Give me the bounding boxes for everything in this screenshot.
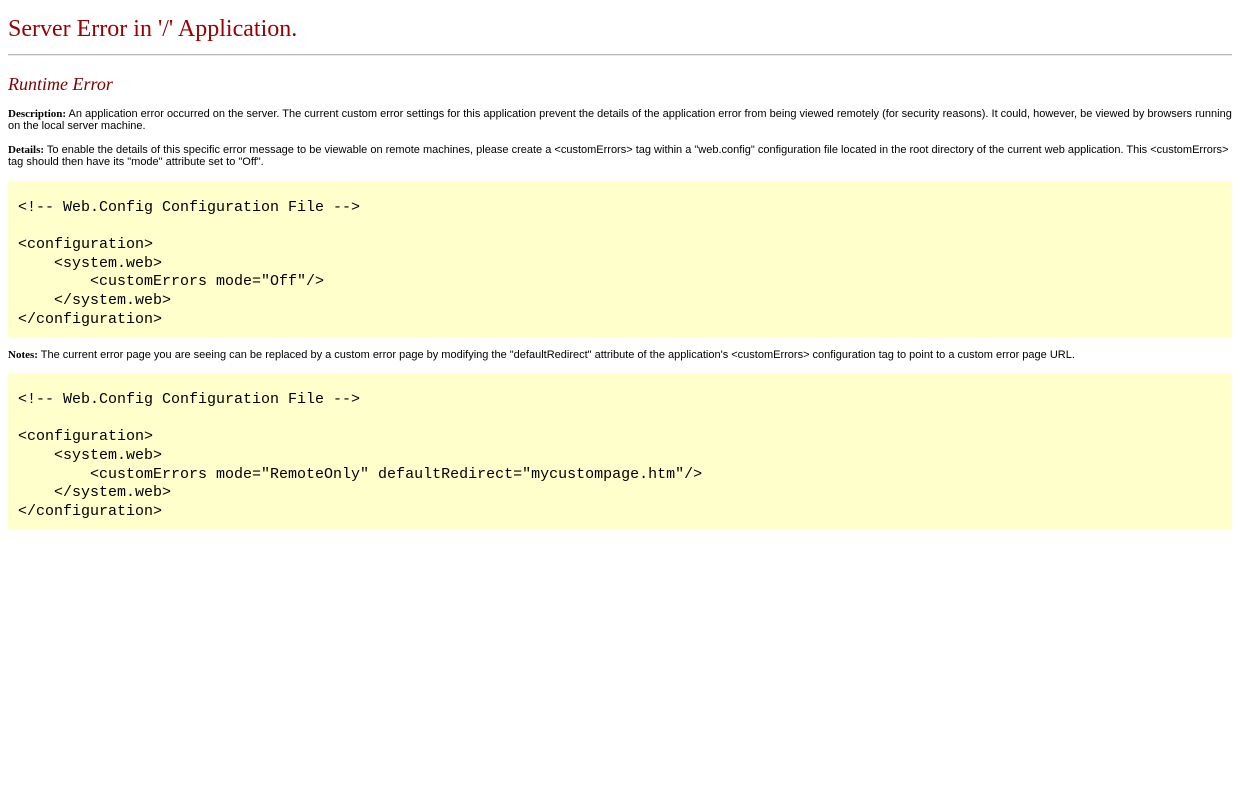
page-title: Server Error in '/' Application. (8, 16, 298, 42)
notes-label: Notes: (8, 349, 38, 362)
config-code-sample-off: <!-- Web.Config Configuration File --> <… (8, 181, 1232, 338)
details-paragraph: Details: To enable the details of this s… (8, 144, 1232, 168)
description-text: An application error occurred on the ser… (8, 108, 1232, 132)
title-divider (8, 54, 1232, 56)
error-type-heading: Runtime Error (8, 74, 113, 94)
notes-text: The current error page you are seeing ca… (37, 349, 1075, 362)
details-label: Details: (8, 144, 45, 156)
description-label: Description: (8, 108, 67, 120)
description-paragraph: Description: An application error occurr… (8, 108, 1232, 132)
notes-paragraph: Notes: The current error page you are se… (8, 349, 1232, 361)
config-code-sample-remoteonly: <!-- Web.Config Configuration File --> <… (8, 373, 1232, 530)
details-text: To enable the details of this specific e… (8, 144, 1229, 168)
